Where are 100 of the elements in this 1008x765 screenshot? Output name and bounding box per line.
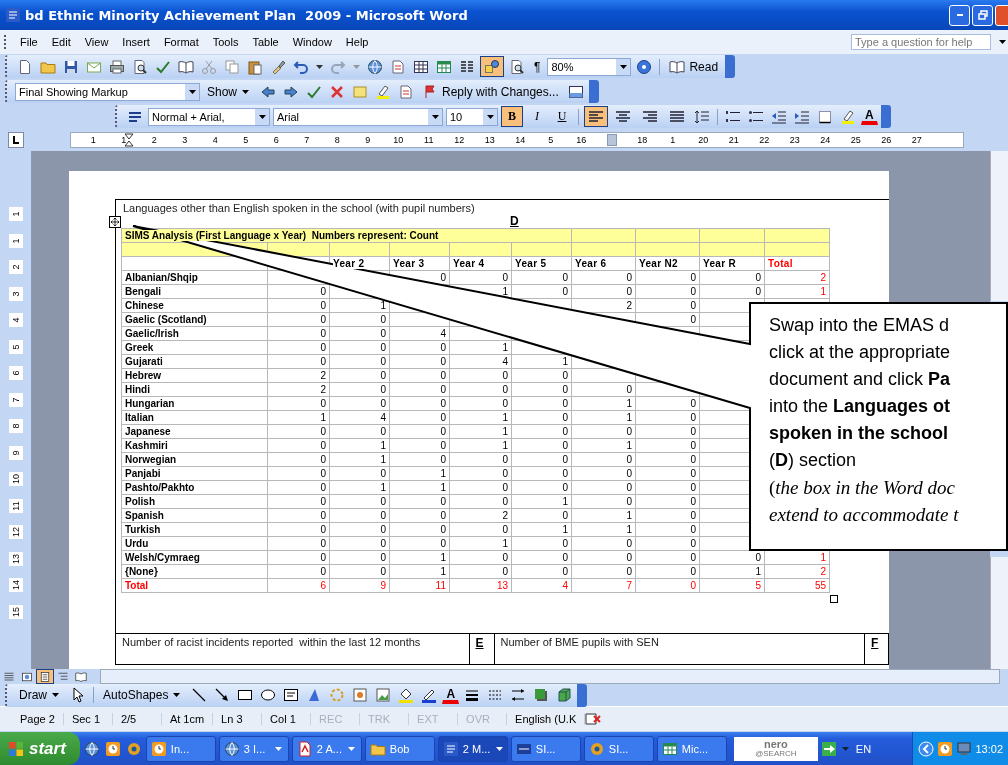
- section-letter: F: [871, 636, 879, 650]
- table-cell: 0: [449, 452, 512, 467]
- outline-icon: [57, 670, 69, 683]
- ruler-number: 16: [576, 135, 587, 145]
- ruler-number: 2: [151, 135, 157, 145]
- toolbar-options-button[interactable]: [588, 80, 599, 103]
- show-button[interactable]: Show: [203, 81, 256, 102]
- ruler-number: 5: [8, 339, 23, 354]
- toolbar-options-button[interactable]: [725, 55, 736, 78]
- autoshapes-button[interactable]: AutoShapes: [99, 684, 187, 706]
- table-cell: 0: [511, 480, 572, 495]
- help-search-field[interactable]: Type a question for help: [851, 34, 991, 50]
- menu-item[interactable]: Tools: [205, 36, 246, 48]
- table-cell: 0: [329, 564, 390, 579]
- table-cell: 0: [267, 508, 330, 523]
- reading-view-button[interactable]: [72, 669, 90, 684]
- table-cell: 0: [635, 522, 700, 537]
- language-indicator[interactable]: EN: [853, 742, 874, 755]
- tab-stop-icon[interactable]: [8, 132, 24, 148]
- row-header: Japanese: [121, 424, 268, 439]
- font-color-button[interactable]: A: [442, 686, 460, 704]
- wheel-icon[interactable]: [125, 740, 142, 757]
- table-cell: 0: [449, 368, 512, 383]
- taskbar-button[interactable]: 3 I...: [218, 735, 289, 762]
- table-cell: 0: [267, 340, 330, 355]
- read-button[interactable]: Read: [665, 56, 723, 77]
- table-cell: 0: [635, 424, 700, 439]
- taskbar-button[interactable]: 2 A...: [291, 735, 362, 762]
- column-header: Year 6: [571, 256, 636, 271]
- zoom-field[interactable]: 80%: [547, 57, 632, 76]
- table-cell: 0: [571, 466, 636, 481]
- taskbar-button[interactable]: 2 M...: [437, 735, 508, 762]
- table-cell: 2: [764, 270, 830, 285]
- font-dropdown[interactable]: Arial: [273, 107, 443, 126]
- menu-item[interactable]: Table: [245, 36, 286, 48]
- spreadsheet-icon: [661, 740, 678, 757]
- lines-icon: [3, 670, 15, 683]
- show-formatting-button[interactable]: ¶: [530, 56, 545, 77]
- resize-handle[interactable]: [830, 595, 838, 603]
- restore-button[interactable]: [972, 4, 993, 26]
- font-size-dropdown[interactable]: 10: [446, 107, 498, 126]
- ruler-number: 9: [365, 135, 371, 145]
- reply-with-changes-button[interactable]: Reply with Changes...: [419, 81, 563, 102]
- print-view-button[interactable]: [36, 669, 54, 684]
- taskbar-button[interactable]: Bob: [364, 735, 435, 762]
- table-cell: 0: [267, 452, 330, 467]
- table-cell: 0: [511, 396, 572, 411]
- toolbar-options-button[interactable]: [577, 683, 588, 707]
- menu-item[interactable]: Insert: [115, 36, 157, 48]
- draw-menu-button[interactable]: Draw: [15, 684, 65, 706]
- ruler-number: 6: [8, 366, 23, 380]
- status-item: At 1cm: [161, 713, 214, 725]
- align-right-icon: [642, 108, 658, 125]
- ruler-number: 6: [273, 135, 279, 145]
- clock-icon[interactable]: [937, 740, 954, 757]
- underline-button[interactable]: U: [551, 106, 573, 127]
- table-cell: 0: [571, 382, 636, 397]
- minimize-button[interactable]: [949, 4, 970, 26]
- display-dropdown[interactable]: Final Showing Markup: [15, 82, 200, 101]
- status-item: Sec 1: [63, 713, 113, 725]
- ruler-number: 13: [8, 551, 23, 566]
- start-button[interactable]: start: [0, 732, 80, 765]
- search-logo[interactable]: nero @SEARCH: [733, 736, 818, 761]
- menu-item[interactable]: View: [77, 36, 116, 48]
- menu-item[interactable]: Edit: [44, 36, 78, 48]
- taskbar-button[interactable]: In...: [145, 735, 216, 762]
- menu-item[interactable]: File: [13, 36, 45, 48]
- toolbar-options-button[interactable]: [880, 105, 891, 128]
- taskbar-button[interactable]: Mic...: [656, 735, 727, 762]
- column-marker[interactable]: [606, 134, 617, 146]
- caret-icon[interactable]: [316, 64, 323, 69]
- font-color-button[interactable]: A: [861, 108, 878, 125]
- vertical-scrollbar[interactable]: [990, 151, 1008, 301]
- horizontal-ruler[interactable]: 1 1 2 3 4 5 6 7 8 9 10 11 12 13 14 5 16 18 1 20 21 22 23 24 25 26 27: [70, 132, 964, 148]
- table-cell: 0: [635, 508, 700, 523]
- ruler-number: 24: [820, 135, 831, 145]
- taskbar-button[interactable]: SI...: [510, 735, 581, 762]
- table-cell: 0: [511, 550, 572, 565]
- taskbar-button[interactable]: SI...: [583, 735, 654, 762]
- menu-item[interactable]: Help: [338, 36, 376, 48]
- drawing-button[interactable]: [480, 56, 504, 77]
- horizontal-scrollbar[interactable]: [100, 669, 1000, 684]
- style-dropdown[interactable]: Normal + Arial,: [148, 107, 270, 126]
- web-page-icon: [21, 670, 33, 683]
- table-cell: 0: [267, 424, 330, 439]
- move-handle-icon[interactable]: [109, 216, 121, 228]
- section-letter: D: [510, 214, 519, 228]
- bold-button[interactable]: B: [501, 106, 523, 127]
- clock-icon[interactable]: [104, 740, 121, 757]
- menu-item[interactable]: Window: [285, 36, 339, 48]
- table-cell: 0: [267, 536, 330, 551]
- globe-icon[interactable]: [83, 740, 100, 757]
- align-left-button[interactable]: [584, 106, 608, 127]
- menu-item[interactable]: Format: [156, 36, 206, 48]
- table-cell: 0: [329, 508, 390, 523]
- indent-marker-icon[interactable]: [124, 133, 134, 147]
- table-cell: 0: [511, 466, 572, 481]
- italic-button[interactable]: I: [526, 106, 548, 127]
- caret-icon[interactable]: [999, 40, 1006, 44]
- ruler-number: 9: [8, 445, 23, 460]
